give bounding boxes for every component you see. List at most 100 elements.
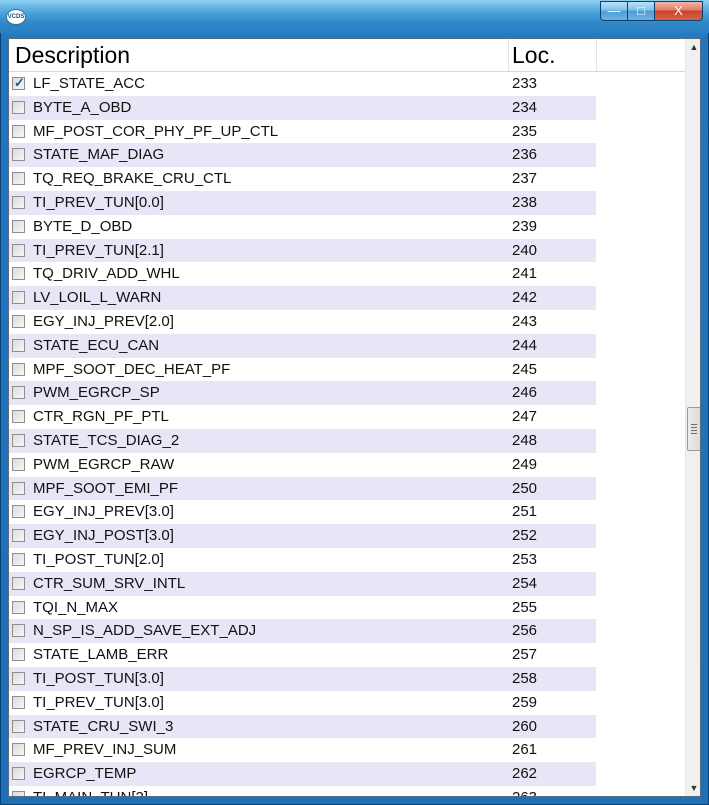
table-row[interactable]: TI_MAIN_TUN[2] 263 <box>9 785 685 796</box>
list-view[interactable]: Description Loc. LF_STATE_ACC 233 BYTE_A_O… <box>8 38 701 797</box>
row-description: LF_STATE_ACC <box>33 75 145 92</box>
row-description: STATE_TCS_DIAG_2 <box>33 431 180 449</box>
app-icon[interactable]: VCDS <box>6 9 26 25</box>
row-checkbox[interactable] <box>12 124 25 138</box>
row-checkbox[interactable] <box>12 552 25 566</box>
maximize-button[interactable]: □ <box>628 1 655 21</box>
row-checkbox[interactable] <box>12 695 25 709</box>
minimize-button[interactable]: — <box>600 1 628 21</box>
table-row[interactable]: MPF_SOOT_EMI_PF 250 <box>9 476 685 501</box>
row-loc: 262 <box>512 765 538 783</box>
table-row[interactable]: STATE_MAF_DIAG 236 <box>9 143 685 168</box>
scroll-down-arrow-icon[interactable]: ▼ <box>686 780 700 796</box>
table-row[interactable]: CTR_SUM_SRV_INTL 254 <box>9 571 685 596</box>
table-row[interactable]: TI_POST_TUN[2.0] 253 <box>9 547 685 572</box>
table-row[interactable]: TI_PREV_TUN[2.1] 240 <box>9 238 685 263</box>
table-row[interactable]: MF_PREV_INJ_SUM 261 <box>9 738 685 763</box>
row-checkbox[interactable] <box>12 481 25 495</box>
row-description: STATE_ECU_CAN <box>33 336 160 354</box>
row-checkbox[interactable] <box>12 410 25 424</box>
row-checkbox[interactable] <box>12 195 25 209</box>
row-loc: 247 <box>512 408 538 426</box>
table-row[interactable]: EGRCP_TEMP 262 <box>9 762 685 786</box>
table-row[interactable]: CTR_RGN_PF_PTL 247 <box>9 405 685 429</box>
table-row[interactable]: N_SP_IS_ADD_SAVE_EXT_ADJ 256 <box>9 619 685 644</box>
row-description: TI_PREV_TUN[0.0] <box>33 193 164 211</box>
row-checkbox[interactable] <box>12 314 25 328</box>
table-row[interactable]: STATE_TCS_DIAG_2 248 <box>9 428 685 453</box>
row-loc: 258 <box>512 669 538 687</box>
row-checkbox[interactable] <box>12 648 25 662</box>
row-description: TI_PREV_TUN[2.1] <box>33 241 164 259</box>
table-row[interactable]: BYTE_D_OBD 239 <box>9 214 685 239</box>
table-row[interactable]: EGY_INJ_POST[3.0] 252 <box>9 524 685 548</box>
row-checkbox[interactable] <box>12 719 25 733</box>
row-checkbox[interactable] <box>12 505 25 519</box>
row-checkbox[interactable] <box>12 671 25 685</box>
table-row[interactable]: STATE_CRU_SWI_3 260 <box>9 714 685 739</box>
row-checkbox[interactable] <box>12 433 25 447</box>
vertical-scrollbar[interactable]: ▲ ▼ <box>685 39 700 796</box>
row-description: LV_LOIL_L_WARN <box>33 289 162 307</box>
row-description: TI_POST_TUN[3.0] <box>33 669 164 687</box>
row-checkbox[interactable] <box>12 267 25 281</box>
table-row[interactable]: EGY_INJ_PREV[2.0] 243 <box>9 309 685 334</box>
table-row[interactable]: STATE_LAMB_ERR 257 <box>9 643 685 667</box>
table-row[interactable]: TI_POST_TUN[3.0] 258 <box>9 666 685 691</box>
row-checkbox[interactable] <box>12 790 25 796</box>
window-controls: — □ X <box>600 1 703 22</box>
row-checkbox[interactable] <box>12 743 25 757</box>
row-description: TI_PREV_TUN[3.0] <box>33 693 164 711</box>
row-checkbox[interactable] <box>12 767 25 781</box>
row-description: STATE_LAMB_ERR <box>33 646 169 664</box>
table-row[interactable]: TQ_REQ_BRAKE_CRU_CTL 237 <box>9 167 685 191</box>
row-loc: 263 <box>512 789 537 796</box>
column-header-loc[interactable]: Loc. <box>512 42 555 69</box>
row-loc: 254 <box>512 574 538 592</box>
table-row[interactable]: PWM_EGRCP_SP 246 <box>9 381 685 406</box>
row-checkbox[interactable] <box>12 291 25 305</box>
row-checkbox[interactable] <box>12 457 25 471</box>
table-row[interactable]: LF_STATE_ACC 233 <box>9 72 685 96</box>
scroll-up-arrow-icon[interactable]: ▲ <box>686 39 700 56</box>
table-row[interactable]: MPF_SOOT_DEC_HEAT_PF 245 <box>9 357 685 382</box>
row-description: TQI_N_MAX <box>33 598 119 616</box>
close-button[interactable]: X <box>655 1 703 21</box>
row-description: EGY_INJ_PREV[2.0] <box>33 312 174 330</box>
row-checkbox[interactable] <box>12 386 25 400</box>
table-row[interactable]: LV_LOIL_L_WARN 242 <box>9 286 685 310</box>
table-row[interactable]: TQI_N_MAX 255 <box>9 595 685 620</box>
row-description: STATE_MAF_DIAG <box>33 146 165 164</box>
row-loc: 235 <box>512 122 538 140</box>
table-row[interactable]: BYTE_A_OBD 234 <box>9 95 685 120</box>
row-checkbox[interactable] <box>12 600 25 614</box>
table-row[interactable]: PWM_EGRCP_RAW 249 <box>9 452 685 477</box>
column-divider[interactable] <box>508 39 509 71</box>
table-row[interactable]: STATE_ECU_CAN 244 <box>9 333 685 358</box>
table-row[interactable]: EGY_INJ_PREV[3.0] 251 <box>9 500 685 525</box>
column-header: Description Loc. <box>9 39 685 72</box>
row-loc: 237 <box>512 170 538 188</box>
row-checkbox[interactable] <box>12 243 25 257</box>
column-header-description[interactable]: Description <box>15 42 130 69</box>
row-checkbox[interactable] <box>12 219 25 233</box>
table-row[interactable]: TQ_DRIV_ADD_WHL 241 <box>9 262 685 287</box>
row-loc: 248 <box>512 431 538 449</box>
table-row[interactable]: TI_PREV_TUN[3.0] 259 <box>9 690 685 715</box>
table-row[interactable]: TI_PREV_TUN[0.0] 238 <box>9 190 685 215</box>
row-checkbox[interactable] <box>12 100 25 114</box>
row-checkbox[interactable] <box>12 529 25 543</box>
column-divider[interactable] <box>596 39 597 71</box>
table-row[interactable]: MF_POST_COR_PHY_PF_UP_CTL 235 <box>9 119 685 144</box>
row-description: CTR_RGN_PF_PTL <box>33 408 169 426</box>
row-checkbox[interactable] <box>12 338 25 352</box>
scroll-thumb[interactable] <box>687 407 700 451</box>
title-bar[interactable]: VCDS — □ X <box>0 0 709 33</box>
row-checkbox[interactable] <box>12 624 25 638</box>
row-checkbox[interactable] <box>12 362 25 376</box>
row-checkbox[interactable] <box>12 576 25 590</box>
row-checkbox[interactable] <box>12 172 25 186</box>
row-checkbox[interactable] <box>12 148 25 162</box>
row-checkbox[interactable] <box>12 75 25 91</box>
row-description: TI_POST_TUN[2.0] <box>33 550 164 568</box>
